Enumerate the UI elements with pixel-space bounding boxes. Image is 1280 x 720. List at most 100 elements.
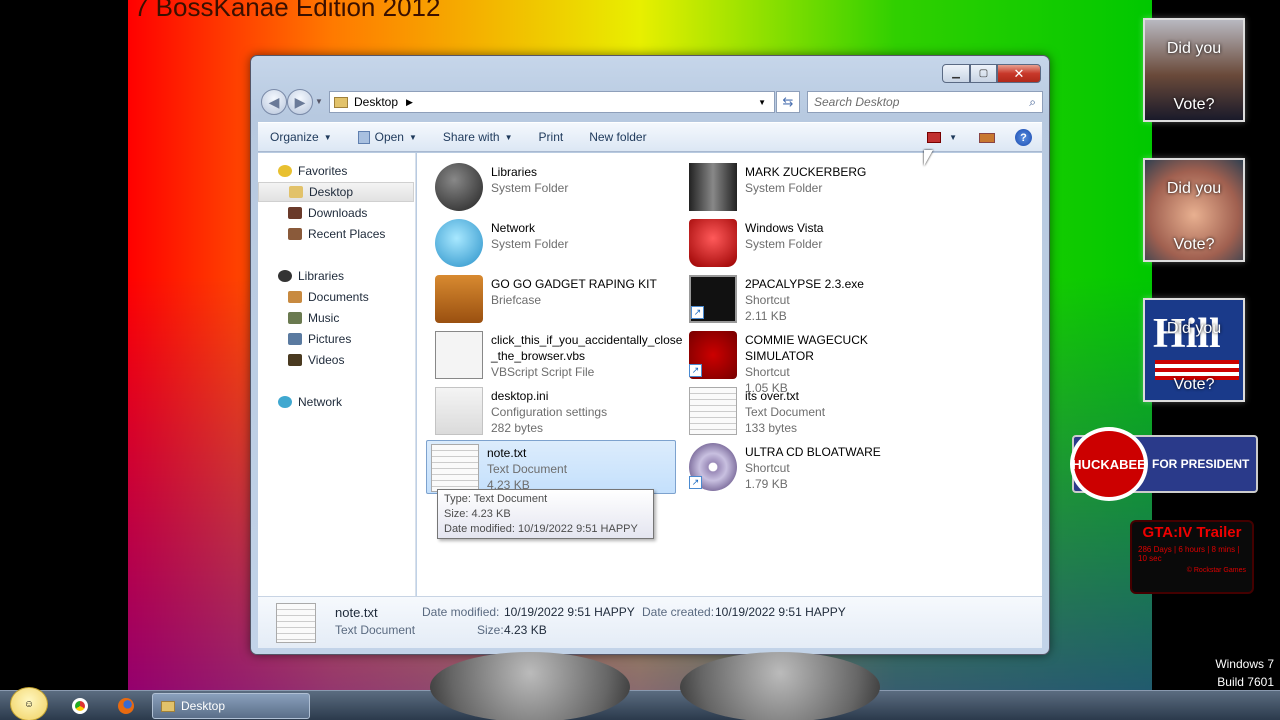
nav-label: Recent Places [308, 227, 386, 241]
nav-label: Downloads [308, 206, 368, 220]
list-item[interactable]: MARK ZUCKERBERG System Folder [685, 160, 935, 214]
nav-item-recent-places[interactable]: Recent Places [258, 224, 414, 244]
list-item[interactable]: ↗ COMMIE WAGECUCK SIMULATOR Shortcut 1.05 … [685, 328, 935, 395]
details-size-value: 4.23 KB [504, 623, 547, 637]
gadget-text: Vote? [1173, 236, 1215, 253]
list-item[interactable]: desktop.ini Configuration settings 282 byt… [431, 384, 681, 438]
address-bar[interactable]: Desktop ▶ ▼ [329, 91, 775, 113]
maximize-button[interactable]: ▢ [970, 64, 997, 83]
nav-item-music[interactable]: Music [258, 308, 414, 328]
nav-label: Pictures [308, 332, 352, 346]
nav-item-documents[interactable]: Documents [258, 287, 414, 307]
nav-item-downloads[interactable]: Downloads [258, 203, 414, 223]
list-item[interactable]: Libraries System Folder [431, 160, 681, 214]
organize-label: Organize [270, 130, 319, 144]
chevron-right-icon[interactable]: ▶ [406, 97, 413, 108]
search-icon[interactable]: ⌕ [1029, 95, 1036, 110]
list-item[interactable]: ↗ ULTRA CD BLOATWARE Shortcut 1.79 KB [685, 440, 935, 494]
documents-icon [288, 291, 302, 303]
address-crumb[interactable]: Desktop [354, 95, 398, 109]
nav-label: Favorites [298, 164, 348, 178]
list-item[interactable]: Windows Vista System Folder [685, 216, 935, 270]
libraries-icon [435, 163, 483, 211]
details-pane: note.txt Text Document Date modified: 10… [258, 596, 1042, 648]
nav-item-desktop[interactable]: Desktop [258, 182, 414, 202]
change-view-icon[interactable] [927, 132, 942, 143]
briefcase-icon [435, 275, 483, 323]
share-with-label: Share with [442, 130, 500, 144]
desktop-taskbar-button[interactable]: Desktop [152, 693, 310, 719]
folder-icon [334, 96, 348, 108]
nav-item-pictures[interactable]: Pictures [258, 329, 414, 349]
nav-item-videos[interactable]: Videos [258, 350, 414, 370]
view-controls: ▼ ? [927, 129, 1032, 146]
item-name: 2PACALYPSE 2.3.exe [745, 277, 864, 291]
forward-button[interactable]: ▶ [287, 89, 313, 115]
item-size: 1.79 KB [745, 477, 788, 491]
gadget-text: Did you [1166, 320, 1222, 337]
list-item[interactable]: Network System Folder [431, 216, 681, 270]
list-item-selected[interactable]: note.txt Text Document 4.23 KB [426, 440, 676, 494]
huckabee-label: FOR PRESIDENT [1152, 457, 1250, 471]
back-button[interactable]: ◀ [261, 89, 287, 115]
nav-item-network[interactable]: Network [258, 392, 414, 412]
item-name: Network [491, 221, 536, 235]
gta-countdown-gadget[interactable]: GTA:IV Trailer 286 Days | 6 hours | 8 mi… [1130, 520, 1254, 594]
search-placeholder: Search Desktop [814, 95, 900, 109]
organize-button[interactable]: Organize ▼ [270, 130, 332, 144]
item-name-continued: _the_browser.vbs [491, 349, 586, 363]
firefox-taskbar-button[interactable] [106, 694, 146, 718]
notepad-icon [357, 130, 370, 144]
file-tooltip: Type: Text Document Size: 4.23 KB Date m… [437, 489, 654, 539]
script-file-icon [435, 331, 483, 379]
start-button[interactable]: ☺ [10, 687, 48, 720]
search-input[interactable]: Search Desktop ⌕ [807, 91, 1043, 113]
tooltip-size: Size: 4.23 KB [444, 508, 511, 520]
vote-gadget-3[interactable]: Hill Did you Vote? [1143, 298, 1245, 402]
list-item[interactable]: ↗ 2PACALYPSE 2.3.exe Shortcut 2.11 KB [685, 272, 935, 326]
windows-version-watermark: Windows 7 Build 7601 [1215, 655, 1274, 691]
new-folder-button[interactable]: New folder [589, 130, 646, 144]
recent-places-icon [288, 228, 302, 240]
wallpaper-spheres [430, 652, 880, 720]
version-line: Windows 7 [1215, 657, 1274, 671]
recent-pages-dropdown-icon[interactable]: ▼ [315, 97, 323, 106]
minimize-button[interactable]: ▁ [942, 64, 970, 83]
item-name: GO GO GADGET RAPING KIT [491, 277, 657, 291]
item-type: Shortcut [745, 293, 790, 307]
preview-pane-icon[interactable] [979, 132, 995, 143]
vote-gadget-2[interactable]: Did you Vote? [1143, 158, 1245, 262]
nav-item-libraries[interactable]: Libraries [258, 266, 414, 286]
vote-gadget-1[interactable]: Did you Vote? [1143, 18, 1245, 122]
folder-icon [689, 163, 737, 211]
share-with-button[interactable]: Share with ▼ [443, 130, 513, 144]
list-item[interactable]: GO GO GADGET RAPING KIT Briefcase [431, 272, 681, 326]
print-button[interactable]: Print [539, 130, 564, 144]
list-item[interactable]: click_this_if_you_accidentally_close _the… [431, 328, 683, 382]
chevron-down-icon[interactable]: ▼ [949, 133, 957, 142]
chevron-down-icon[interactable]: ▼ [758, 98, 766, 107]
item-name: desktop.ini [491, 389, 549, 403]
details-size-label: Size: [477, 623, 504, 637]
item-type: Configuration settings [491, 405, 608, 419]
item-name: click_this_if_you_accidentally_close [491, 333, 683, 347]
item-name: note.txt [487, 446, 527, 460]
back-arrow-icon: ◀ [268, 93, 280, 110]
chrome-icon [72, 698, 88, 714]
nav-item-favorites[interactable]: Favorites [258, 161, 414, 181]
nav-label: Network [298, 395, 343, 409]
gadget-text: Vote? [1173, 96, 1215, 113]
chrome-taskbar-button[interactable] [60, 694, 100, 718]
downloads-icon [288, 207, 302, 219]
open-button[interactable]: Open ▼ [357, 130, 417, 144]
desktop-title: 7 BossKanae Edition 2012 [134, 0, 441, 22]
list-item[interactable]: its over.txt Text Document 133 bytes [685, 384, 935, 438]
close-button[interactable]: ✕ [997, 64, 1041, 83]
nav-label: Music [308, 311, 340, 325]
help-icon[interactable]: ? [1015, 129, 1032, 146]
shortcut-arrow-icon: ↗ [689, 476, 702, 489]
refresh-button[interactable]: ⇆ [776, 91, 800, 113]
taskbar: ☺ Desktop [0, 687, 1280, 720]
open-label: Open [374, 130, 404, 144]
explorer-window[interactable]: ▁ ▢ ✕ ◀ ▶ ▼ Desktop ▶ ▼ ⇆ Search Desktop… [250, 55, 1050, 655]
